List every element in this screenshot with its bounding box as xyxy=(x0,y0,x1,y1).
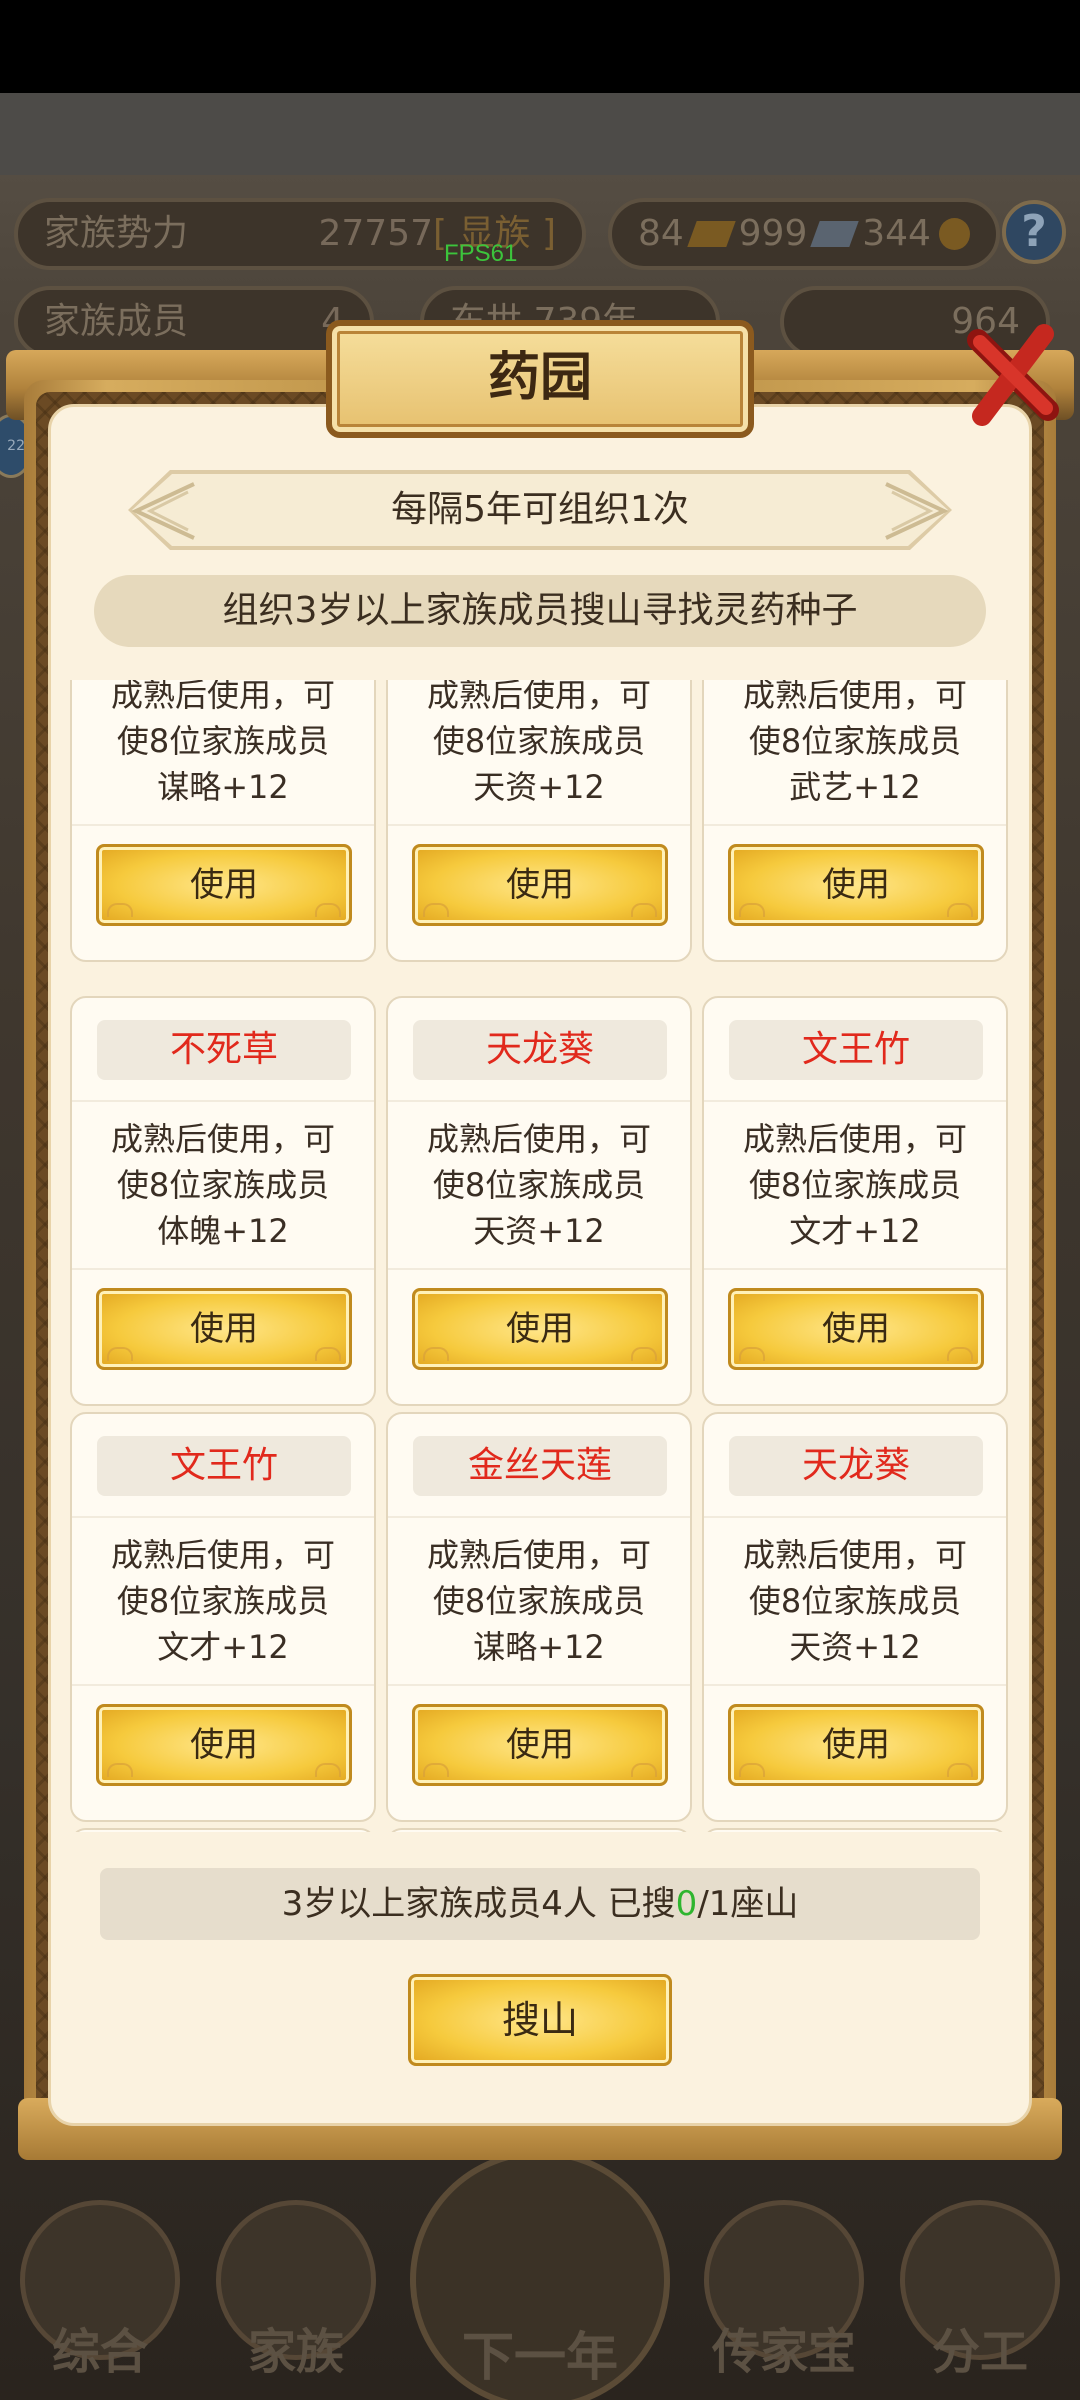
close-icon xyxy=(967,324,1059,426)
gold-bar-icon xyxy=(687,221,736,247)
clan-power-label: 家族势力 xyxy=(44,213,189,254)
nav-next-year[interactable]: 下一年 xyxy=(400,2150,680,2400)
use-button[interactable]: 使用 xyxy=(412,844,668,926)
coin-value: 344 xyxy=(862,213,931,254)
gold-value: 84 xyxy=(637,213,684,254)
herb-card: 金丝天莲 成熟后使用，可 使8位家族成员 谋略+12 使用 xyxy=(386,1412,692,1822)
nav-overview-label: 综合 xyxy=(51,2324,148,2380)
herb-card: 文王竹 成熟后使用，可 使8位家族成员 文才+12 使用 xyxy=(702,996,1008,1406)
herb-name: 天龙葵 xyxy=(413,1020,667,1080)
nav-family-label: 家族 xyxy=(247,2324,344,2380)
searched-count: 0 xyxy=(675,1884,698,1924)
herb-name: 不死草 xyxy=(97,1020,351,1080)
currency-stat: 84 999 344 xyxy=(608,198,1000,270)
use-button[interactable]: 使用 xyxy=(96,1288,352,1370)
herb-description: 成熟后使用，可 使8位家族成员 武艺+12 xyxy=(742,680,967,806)
members-stat: 家族成员 4 xyxy=(14,286,374,358)
herb-card xyxy=(702,1828,1008,1832)
silver-value: 999 xyxy=(738,213,808,254)
use-button[interactable]: 使用 xyxy=(728,1704,984,1786)
banner-ornament-left-icon xyxy=(131,482,195,540)
use-button[interactable]: 使用 xyxy=(728,1288,984,1370)
top-band xyxy=(0,93,1080,175)
dialog-title: 药园 xyxy=(326,320,754,438)
status-bar xyxy=(0,0,1080,93)
nav-heirloom-label: 传家宝 xyxy=(711,2324,856,2380)
herb-card: 天龙葵 成熟后使用，可 使8位家族成员 天资+12 使用 xyxy=(702,1412,1008,1822)
herb-description: 成熟后使用，可 使8位家族成员 天资+12 xyxy=(742,1536,967,1666)
close-button[interactable] xyxy=(960,320,1060,430)
herb-name: 文王竹 xyxy=(97,1436,351,1496)
herb-description: 成熟后使用，可 使8位家族成员 谋略+12 xyxy=(426,1536,651,1666)
herb-card xyxy=(70,1828,376,1832)
subtitle-banner: 每隔5年可组织1次 xyxy=(132,474,948,546)
herb-name: 天龙葵 xyxy=(729,1436,983,1496)
herb-name: 金丝天莲 xyxy=(413,1436,667,1496)
silver-bar-icon xyxy=(810,221,859,247)
herb-card: 成熟后使用，可 使8位家族成员 天资+12 使用 xyxy=(386,680,692,962)
nav-assign-label: 分工 xyxy=(931,2324,1028,2380)
herb-card: 文王竹 成熟后使用，可 使8位家族成员 文才+12 使用 xyxy=(70,1412,376,1822)
nav-family[interactable]: 家族 xyxy=(196,2190,396,2400)
nav-assign[interactable]: 分工 xyxy=(880,2190,1080,2400)
herb-name: 文王竹 xyxy=(729,1020,983,1080)
banner-ornament-right-icon xyxy=(885,482,949,540)
herb-grid[interactable]: 成熟后使用，可 使8位家族成员 谋略+12 使用 成熟后使用，可 使8位家族成员 天资+… xyxy=(68,680,1012,1832)
search-count-bar: 3岁以上家族成员4人 已搜0/1座山 xyxy=(100,1868,980,1940)
herb-card: 天龙葵 成熟后使用，可 使8位家族成员 天资+12 使用 xyxy=(386,996,692,1406)
use-button[interactable]: 使用 xyxy=(96,844,352,926)
coin-icon xyxy=(938,218,970,250)
herb-card: 成熟后使用，可 使8位家族成员 谋略+12 使用 xyxy=(70,680,376,962)
herb-description: 成熟后使用，可 使8位家族成员 天资+12 xyxy=(426,1120,651,1250)
use-button[interactable]: 使用 xyxy=(412,1288,668,1370)
search-count-prefix: 3岁以上家族成员4人 已搜 xyxy=(281,1884,676,1924)
clan-power-value: 27757 xyxy=(318,213,434,254)
use-button[interactable]: 使用 xyxy=(96,1704,352,1786)
members-label: 家族成员 xyxy=(44,301,189,342)
help-button[interactable]: ? xyxy=(1002,200,1066,264)
herb-card: 不死草 成熟后使用，可 使8位家族成员 体魄+12 使用 xyxy=(70,996,376,1406)
use-button[interactable]: 使用 xyxy=(728,844,984,926)
description-bar: 组织3岁以上家族成员搜山寻找灵药种子 xyxy=(94,575,986,647)
herb-description: 成熟后使用，可 使8位家族成员 天资+12 xyxy=(426,680,651,806)
use-button[interactable]: 使用 xyxy=(412,1704,668,1786)
herb-card xyxy=(386,1828,692,1832)
herb-description: 成熟后使用，可 使8位家族成员 文才+12 xyxy=(110,1536,335,1666)
herb-description: 成熟后使用，可 使8位家族成员 谋略+12 xyxy=(110,680,335,806)
herb-description: 成熟后使用，可 使8位家族成员 文才+12 xyxy=(742,1120,967,1250)
herb-description: 成熟后使用，可 使8位家族成员 体魄+12 xyxy=(110,1120,335,1250)
search-count-suffix: /1座山 xyxy=(697,1884,799,1924)
nav-overview[interactable]: 综合 xyxy=(0,2190,200,2400)
herb-card: 成熟后使用，可 使8位家族成员 武艺+12 使用 xyxy=(702,680,1008,962)
fps-counter: FPS61 xyxy=(444,240,518,267)
nav-next-year-label: 下一年 xyxy=(461,2328,618,2388)
nav-heirloom[interactable]: 传家宝 xyxy=(684,2190,884,2400)
search-mountain-button[interactable]: 搜山 xyxy=(408,1974,672,2066)
